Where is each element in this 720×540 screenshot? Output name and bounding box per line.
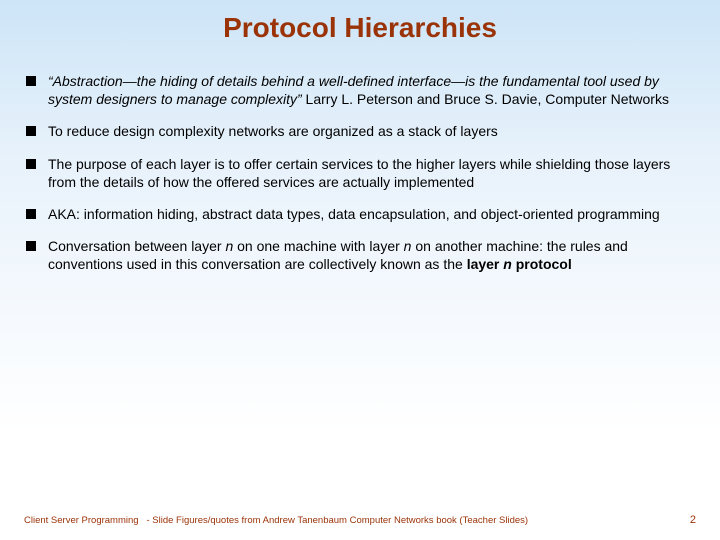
- square-bullet-icon: [26, 76, 36, 86]
- slide-footer: Client Server Programming - Slide Figure…: [0, 514, 720, 526]
- bullet-item: AKA: information hiding, abstract data t…: [26, 205, 694, 223]
- slide-title: Protocol Hierarchies: [0, 0, 720, 52]
- bullet-text: “Abstraction—the hiding of details behin…: [48, 72, 694, 108]
- bullet-text: To reduce design complexity networks are…: [48, 122, 694, 140]
- bullet-text: Conversation between layer n on one mach…: [48, 237, 694, 273]
- square-bullet-icon: [26, 241, 36, 251]
- square-bullet-icon: [26, 209, 36, 219]
- bullet-item: Conversation between layer n on one mach…: [26, 237, 694, 273]
- square-bullet-icon: [26, 126, 36, 136]
- square-bullet-icon: [26, 159, 36, 169]
- footer-text: Client Server Programming - Slide Figure…: [24, 515, 690, 526]
- bullet-text: The purpose of each layer is to offer ce…: [48, 155, 694, 191]
- bullet-text: AKA: information hiding, abstract data t…: [48, 205, 694, 223]
- bullet-item: The purpose of each layer is to offer ce…: [26, 155, 694, 191]
- slide-body: “Abstraction—the hiding of details behin…: [0, 52, 720, 274]
- slide-number: 2: [690, 514, 696, 526]
- bullet-item: To reduce design complexity networks are…: [26, 122, 694, 140]
- bullet-item: “Abstraction—the hiding of details behin…: [26, 72, 694, 108]
